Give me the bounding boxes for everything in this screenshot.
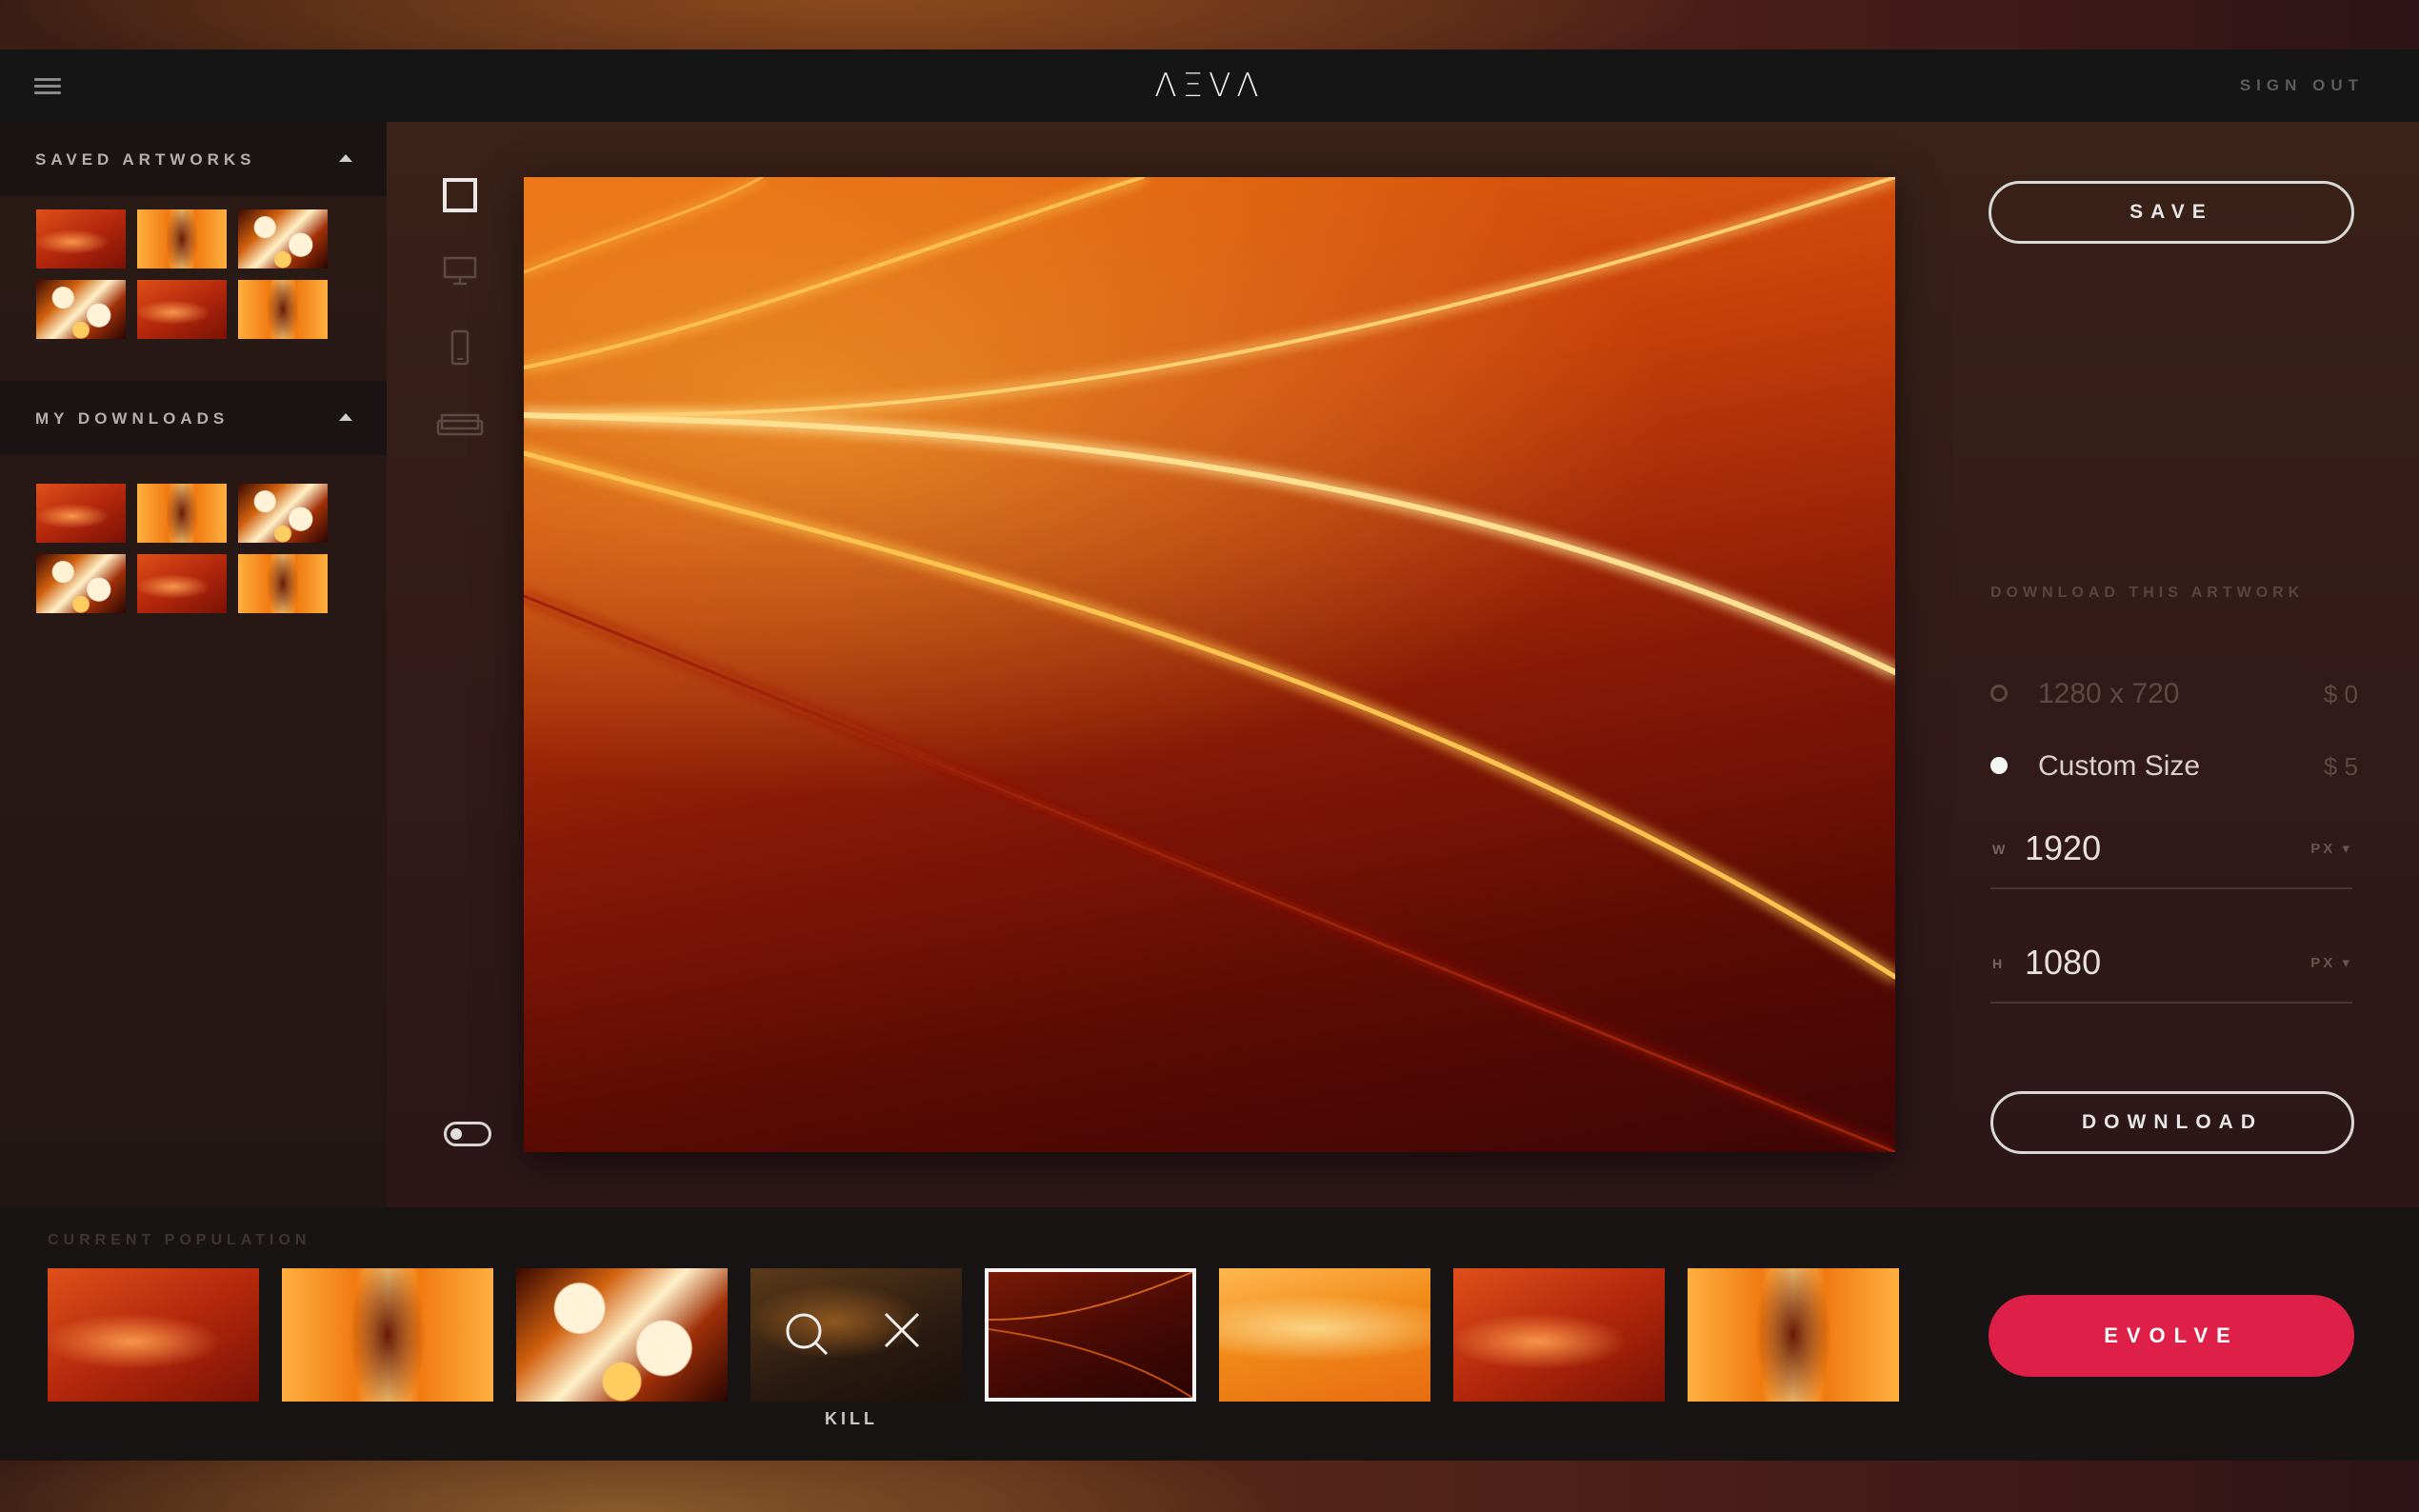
population-thumb[interactable]: [516, 1268, 728, 1402]
sofa-icon[interactable]: [436, 406, 484, 442]
saved-artworks-grid: [36, 209, 328, 339]
sidebar: SAVED ARTWORKS MY DOWNLOADS: [0, 122, 387, 1207]
top-bar: ΛΞVΛ SIGN OUT: [0, 50, 2419, 122]
artwork-canvas[interactable]: [524, 177, 1895, 1152]
download-thumb[interactable]: [36, 484, 126, 543]
saved-artwork-thumb[interactable]: [137, 280, 227, 339]
size-option-custom[interactable]: Custom Size $ 5: [1990, 746, 2358, 785]
radio-selected[interactable]: [1990, 757, 2008, 774]
population-thumb-selected[interactable]: [985, 1268, 1196, 1402]
hamburger-icon[interactable]: [34, 78, 61, 95]
width-field[interactable]: W 1920 PX ▾: [1990, 811, 2352, 889]
download-thumb[interactable]: [238, 484, 328, 543]
size-option-1280[interactable]: 1280 x 720 $ 0: [1990, 674, 2358, 712]
population-title: CURRENT POPULATION: [48, 1232, 311, 1248]
square-frame-icon[interactable]: [442, 177, 478, 213]
download-thumb[interactable]: [238, 554, 328, 613]
unit-label: PX: [2310, 841, 2336, 857]
height-value[interactable]: 1080: [2025, 943, 2101, 983]
radio-unselected[interactable]: [1990, 685, 2008, 702]
evolve-button[interactable]: EVOLVE: [1989, 1295, 2354, 1377]
phone-icon[interactable]: [442, 329, 478, 366]
download-button[interactable]: DOWNLOAD: [1990, 1091, 2354, 1154]
population-thumb[interactable]: [282, 1268, 493, 1402]
width-key: W: [1992, 842, 2006, 857]
width-value[interactable]: 1920: [2025, 828, 2101, 868]
height-unit-dropdown[interactable]: PX ▾: [2310, 954, 2352, 971]
close-icon[interactable]: [884, 1312, 920, 1348]
width-unit-dropdown[interactable]: PX ▾: [2310, 840, 2352, 857]
saved-artwork-thumb[interactable]: [238, 280, 328, 339]
height-key: H: [1992, 956, 2003, 971]
my-downloads-header[interactable]: MY DOWNLOADS: [0, 381, 387, 455]
option-label: Custom Size: [2038, 750, 2201, 782]
app-logo: ΛΞVΛ: [1154, 67, 1265, 105]
unit-label: PX: [2310, 955, 2336, 971]
saved-artwork-thumb[interactable]: [36, 209, 126, 269]
download-thumb[interactable]: [137, 484, 227, 543]
artwork-light-streaks: [524, 177, 1895, 1152]
saved-artwork-thumb[interactable]: [36, 280, 126, 339]
population-thumb-hovered[interactable]: [750, 1268, 962, 1402]
population-thumb[interactable]: [1219, 1268, 1430, 1402]
sign-out-link[interactable]: SIGN OUT: [2240, 76, 2364, 95]
population-thumb[interactable]: [1453, 1268, 1665, 1402]
caret-up-icon[interactable]: [339, 413, 352, 421]
save-button[interactable]: SAVE: [1989, 181, 2354, 244]
height-field[interactable]: H 1080 PX ▾: [1990, 925, 2352, 1004]
option-price: $ 5: [2323, 752, 2358, 781]
saved-artworks-header[interactable]: SAVED ARTWORKS: [0, 122, 387, 196]
download-thumb[interactable]: [36, 554, 126, 613]
my-downloads-grid: [36, 484, 328, 613]
toggle-icon[interactable]: [444, 1122, 491, 1146]
search-icon[interactable]: [786, 1313, 829, 1356]
saved-artwork-thumb[interactable]: [137, 209, 227, 269]
download-title: DOWNLOAD THIS ARTWORK: [1990, 585, 2305, 601]
population-thumb[interactable]: [48, 1268, 259, 1402]
caret-up-icon[interactable]: [339, 154, 352, 162]
option-price: $ 0: [2323, 680, 2358, 708]
download-thumb[interactable]: [137, 554, 227, 613]
saved-artwork-thumb[interactable]: [238, 209, 328, 269]
population-thumb[interactable]: [1688, 1268, 1899, 1402]
saved-artworks-title: SAVED ARTWORKS: [35, 150, 256, 169]
my-downloads-title: MY DOWNLOADS: [35, 409, 230, 428]
kill-label: KILL: [825, 1409, 878, 1428]
option-label: 1280 x 720: [2038, 678, 2180, 709]
monitor-icon[interactable]: [442, 253, 478, 289]
